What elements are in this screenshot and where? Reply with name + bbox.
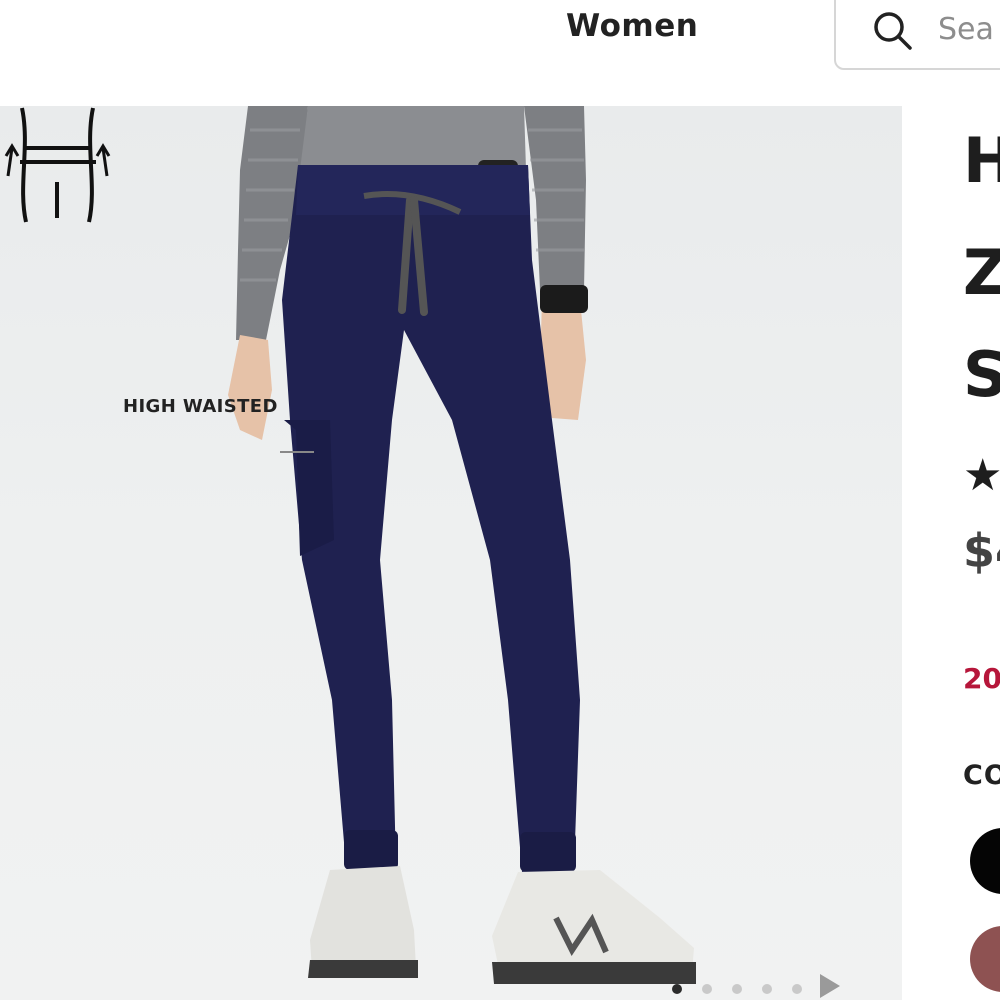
- gallery-dot-5[interactable]: [792, 984, 802, 994]
- product-title-line-3: S: [963, 338, 1000, 411]
- high-waisted-label: HIGH WAISTED: [123, 396, 278, 417]
- gallery-dot-2[interactable]: [702, 984, 712, 994]
- color-swatch-mauve[interactable]: [970, 926, 1000, 992]
- search-input[interactable]: Sea: [938, 12, 994, 47]
- product-title-line-2: Z: [963, 236, 1000, 309]
- product-price: $4: [963, 524, 1000, 578]
- gallery-pagination: [672, 974, 840, 998]
- gallery-dot-3[interactable]: [732, 984, 742, 994]
- color-label: CO: [963, 760, 1000, 791]
- search-box[interactable]: Sea: [834, 0, 1000, 70]
- next-arrow-icon[interactable]: [820, 974, 840, 998]
- promo-text: 20: [963, 662, 1000, 695]
- gallery-dot-1[interactable]: [672, 984, 682, 994]
- product-image[interactable]: HIGH WAISTED: [0, 106, 902, 1000]
- color-swatch-black[interactable]: [970, 828, 1000, 894]
- nav-women[interactable]: Women: [566, 8, 698, 44]
- high-waisted-icon: [4, 107, 111, 223]
- product-photo: [228, 106, 696, 984]
- product-title-line-1: H: [963, 124, 1000, 197]
- search-icon: [874, 12, 912, 50]
- rating-stars[interactable]: ★: [963, 450, 1000, 501]
- gallery-dot-4[interactable]: [762, 984, 772, 994]
